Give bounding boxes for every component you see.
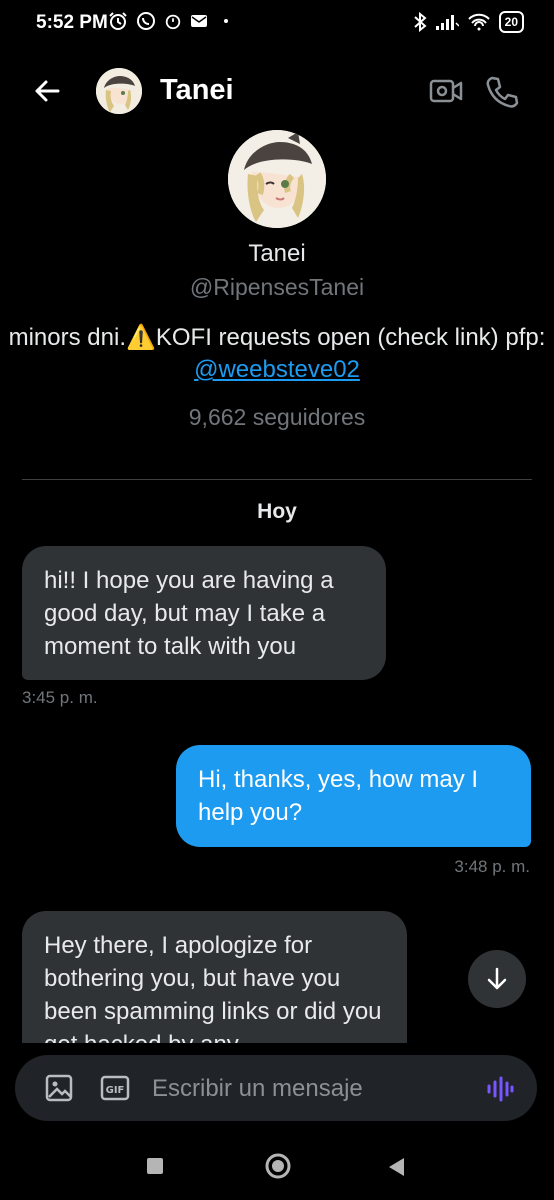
home-button[interactable] — [264, 1152, 292, 1180]
profile-bio: minors dni.⚠️KOFI requests open (check l… — [0, 322, 554, 386]
scroll-to-bottom-button[interactable] — [468, 950, 526, 1008]
message-timestamp: 3:45 p. m. — [22, 688, 98, 707]
bio-link[interactable]: @weebsteve02 — [194, 356, 360, 383]
message-timestamp: 3:48 p. m. — [454, 857, 530, 876]
arrow-down-icon — [487, 967, 507, 990]
profile-name: Tanei — [248, 240, 306, 267]
bio-text: minors dni.⚠️KOFI requests open (check l… — [8, 324, 546, 351]
nav-back-button[interactable] — [386, 1156, 406, 1178]
outgoing-message[interactable]: Hi, thanks, yes, how may I help you? — [176, 745, 531, 847]
avatar-image — [228, 130, 326, 228]
profile-handle: @RipensesTanei — [189, 274, 365, 300]
incoming-message[interactable]: Hey there, I apologize for bothering you… — [22, 911, 407, 1043]
profile-avatar[interactable] — [228, 130, 326, 228]
voice-icon[interactable] — [485, 1074, 515, 1104]
image-icon[interactable] — [44, 1073, 74, 1103]
incoming-message[interactable]: hi!! I hope you are having a good day, b… — [22, 546, 386, 680]
recents-button[interactable] — [147, 1158, 163, 1174]
conversation-scroll-area[interactable]: Tanei @RipensesTanei minors dni.⚠️KOFI r… — [0, 0, 554, 1043]
message-input[interactable] — [150, 1070, 464, 1108]
followers-count[interactable]: 9,662 seguidores — [0, 404, 554, 431]
divider — [22, 479, 532, 480]
svg-text:GIF: GIF — [106, 1085, 125, 1096]
gif-icon[interactable]: GIF — [100, 1074, 130, 1102]
day-separator: Hoy — [257, 500, 297, 523]
